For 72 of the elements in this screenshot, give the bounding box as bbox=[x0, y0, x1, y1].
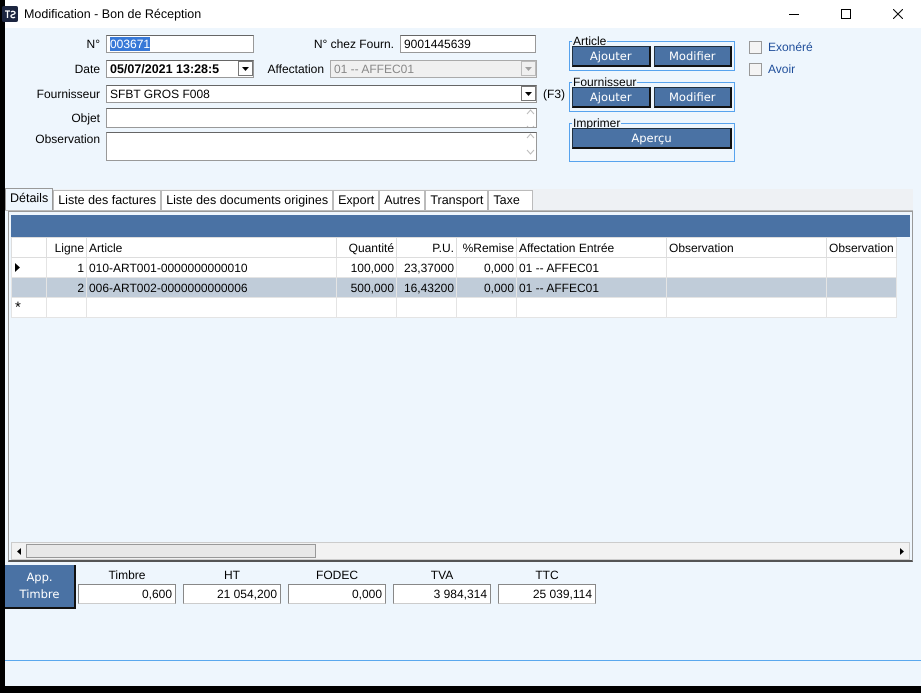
window-title: Modification - Bon de Réception bbox=[24, 7, 202, 21]
object-field[interactable] bbox=[106, 108, 537, 128]
group-title: Imprimer bbox=[572, 118, 622, 128]
column-header[interactable]: Quantité bbox=[336, 238, 396, 258]
action-button[interactable]: Modifier bbox=[654, 46, 732, 67]
total-field: 0,000 bbox=[288, 584, 386, 604]
date-field[interactable]: 05/07/2021 13:28:5 bbox=[106, 60, 254, 78]
column-header[interactable]: Observation bbox=[826, 238, 896, 258]
shortcut-hint: (F3) bbox=[543, 86, 565, 100]
column-header[interactable]: Ligne bbox=[46, 238, 86, 258]
current-row-icon bbox=[15, 262, 20, 272]
action-button[interactable]: Ajouter bbox=[572, 46, 650, 67]
field-label: Fournisseur bbox=[36, 86, 101, 100]
total-label: TVA bbox=[430, 566, 454, 584]
number-field[interactable]: 003671 bbox=[106, 34, 254, 52]
scroll-arrows-icon bbox=[524, 133, 536, 155]
scroll-right-icon[interactable] bbox=[900, 548, 904, 554]
scroll-left-icon[interactable] bbox=[17, 548, 21, 554]
supplier-combo[interactable]: SFBT GROS F008 bbox=[106, 84, 537, 102]
column-header[interactable]: P.U. bbox=[396, 238, 456, 258]
action-button[interactable]: Modifier bbox=[654, 87, 732, 108]
action-button[interactable]: Ajouter bbox=[572, 87, 650, 108]
checkbox[interactable] bbox=[749, 62, 762, 76]
table-cell: 500,000 bbox=[336, 278, 396, 298]
group-title: Article bbox=[572, 36, 608, 46]
action-button[interactable]: Aperçu bbox=[572, 128, 732, 149]
close-icon[interactable] bbox=[893, 9, 903, 19]
total-label: Timbre bbox=[108, 566, 146, 584]
field-label: Date bbox=[74, 62, 101, 76]
column-header[interactable]: Observation bbox=[666, 238, 826, 258]
tab[interactable]: Liste des factures bbox=[53, 190, 162, 210]
tab[interactable]: Liste des documents origines bbox=[161, 190, 334, 210]
table-cell: 2 bbox=[46, 278, 86, 298]
checkbox-label: Exonéré bbox=[768, 40, 813, 54]
tab[interactable]: Autres bbox=[379, 190, 426, 210]
column-header[interactable]: %Remise bbox=[456, 238, 516, 258]
scroll-arrows-icon bbox=[524, 109, 536, 127]
table-cell: 16,43200 bbox=[396, 278, 456, 298]
total-label: FODEC bbox=[316, 566, 358, 584]
dropdown-icon[interactable] bbox=[238, 61, 253, 76]
tab[interactable]: Export bbox=[333, 190, 380, 210]
group-title: Fournisseur bbox=[572, 77, 638, 87]
field-label: N° chez Fourn. bbox=[312, 36, 395, 50]
table-cell: 006-ART002-0000000000006 bbox=[86, 278, 336, 298]
horizontal-scrollbar[interactable] bbox=[11, 542, 910, 560]
field-label: Objet bbox=[70, 111, 101, 125]
table-cell: 0,000 bbox=[456, 278, 516, 298]
checkbox[interactable] bbox=[749, 40, 762, 54]
new-row-marker: * bbox=[12, 298, 46, 318]
table-cell: 01 -- AFFEC01 bbox=[516, 278, 666, 298]
checkbox-label: Avoir bbox=[768, 62, 796, 76]
field-label: Affectation bbox=[266, 62, 325, 76]
row-header-cell[interactable] bbox=[12, 278, 46, 298]
column-header[interactable]: Affectation Entrée bbox=[516, 238, 666, 258]
supplier-number-field[interactable]: 9001445639 bbox=[400, 34, 536, 52]
total-field: 0,600 bbox=[78, 584, 176, 604]
total-field: 25 039,114 bbox=[498, 584, 596, 604]
apply-stamp-button[interactable]: App. Timbre bbox=[5, 565, 76, 609]
scrollbar-thumb[interactable] bbox=[26, 544, 316, 558]
total-label: HT bbox=[224, 566, 240, 584]
total-field: 21 054,200 bbox=[183, 584, 281, 604]
total-field: 3 984,314 bbox=[393, 584, 491, 604]
tab[interactable]: Détails bbox=[5, 188, 54, 210]
observation-field[interactable] bbox=[106, 132, 537, 161]
tab[interactable]: Transport bbox=[425, 190, 488, 210]
dropdown-icon[interactable] bbox=[521, 86, 536, 101]
tab[interactable]: Taxe bbox=[488, 190, 533, 210]
total-label: TTC bbox=[535, 566, 559, 584]
field-label: Observation bbox=[34, 132, 101, 146]
maximize-icon[interactable] bbox=[841, 9, 851, 19]
field-label: N° bbox=[86, 36, 101, 50]
column-header[interactable]: Article bbox=[86, 238, 336, 258]
